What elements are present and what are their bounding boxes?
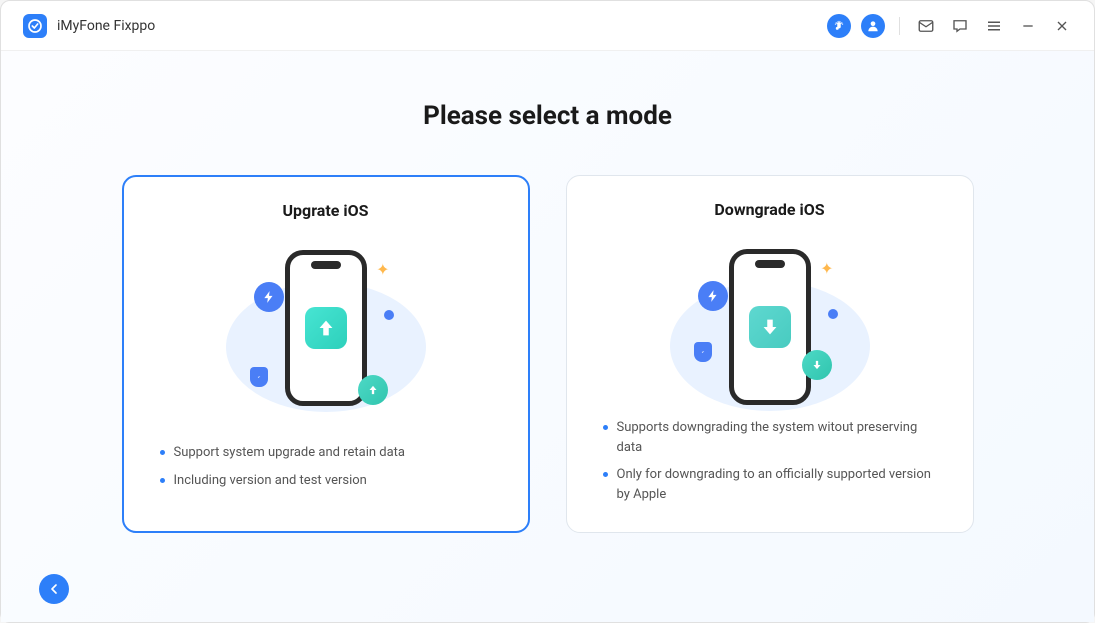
shield-icon — [694, 342, 712, 362]
bolt-icon — [254, 282, 284, 312]
feature-item: Supports downgrading the system witout p… — [603, 414, 937, 461]
close-icon[interactable] — [1050, 14, 1074, 38]
downgrade-card-title: Downgrade iOS — [714, 200, 824, 219]
downgrade-card[interactable]: Downgrade iOS ✦ — [566, 175, 974, 533]
titlebar: iMyFone Fixppo — [1, 1, 1094, 51]
titlebar-right — [827, 14, 1074, 38]
mail-icon[interactable] — [914, 14, 938, 38]
upgrade-illustration: ✦ — [206, 242, 446, 417]
back-button[interactable] — [39, 574, 69, 604]
downgrade-illustration: ✦ — [650, 241, 890, 392]
feature-item: Support system upgrade and retain data — [160, 439, 492, 467]
sparkle-icon: ✦ — [376, 260, 389, 279]
bolt-icon — [698, 281, 728, 311]
app-title: iMyFone Fixppo — [57, 18, 155, 34]
music-icon[interactable] — [827, 14, 851, 38]
menu-icon[interactable] — [982, 14, 1006, 38]
divider — [899, 17, 900, 35]
feature-item: Including version and test version — [160, 467, 492, 495]
phone-icon — [285, 250, 367, 406]
sparkle-icon: ✦ — [820, 259, 833, 278]
phone-icon — [729, 249, 811, 405]
upgrade-features: Support system upgrade and retain data I… — [160, 439, 492, 494]
mode-cards: Upgrate iOS ✦ — [122, 175, 974, 533]
app-logo-icon — [23, 14, 47, 38]
downgrade-features: Supports downgrading the system witout p… — [603, 414, 937, 508]
page-title: Please select a mode — [423, 101, 672, 131]
shield-icon — [250, 367, 268, 387]
app-window: iMyFone Fixppo — [0, 0, 1095, 623]
arrow-up-icon — [305, 307, 347, 349]
feature-item: Only for downgrading to an officially su… — [603, 461, 937, 508]
minimize-icon[interactable] — [1016, 14, 1040, 38]
titlebar-left: iMyFone Fixppo — [23, 14, 155, 38]
user-icon[interactable] — [861, 14, 885, 38]
upgrade-card-title: Upgrate iOS — [283, 201, 369, 220]
content-area: Please select a mode Upgrate iOS ✦ — [1, 51, 1094, 622]
circle-arrow-up-icon — [358, 375, 388, 405]
feedback-icon[interactable] — [948, 14, 972, 38]
upgrade-card[interactable]: Upgrate iOS ✦ — [122, 175, 530, 533]
arrow-down-icon — [749, 306, 791, 348]
circle-arrow-down-icon — [802, 350, 832, 380]
